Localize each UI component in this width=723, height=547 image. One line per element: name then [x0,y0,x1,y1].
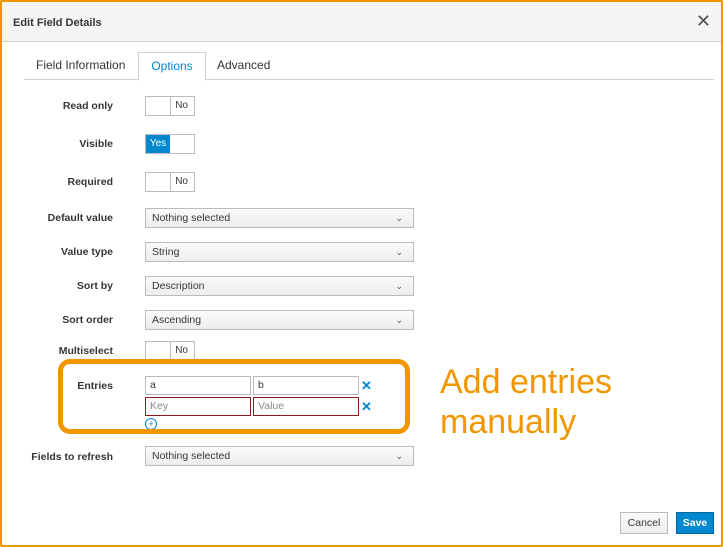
dialog-title: Edit Field Details [13,17,102,29]
entries-highlight-box [58,359,410,434]
sort-order-select[interactable]: Ascending ⌄ [145,310,414,330]
default-value-selected: Nothing selected [152,212,231,224]
visible-value: Yes [146,135,170,153]
sort-order-label: Sort order [62,314,113,326]
chevron-down-icon: ⌄ [395,213,403,223]
annotation-text: Add entries manually [440,362,612,442]
sort-by-label: Sort by [76,280,113,292]
required-value: No [175,176,188,187]
tab-advanced[interactable]: Advanced [217,52,270,79]
default-value-select[interactable]: Nothing selected ⌄ [145,208,414,228]
sort-order-selected: Ascending [152,314,202,326]
tab-options[interactable]: Options [138,52,206,81]
tab-bar: Field Information Options Advanced [24,52,714,81]
annotation-line-2: manually [440,403,577,441]
sort-by-selected: Description [152,280,205,292]
sort-by-select[interactable]: Description ⌄ [145,276,414,296]
tab-field-information[interactable]: Field Information [36,52,125,79]
chevron-down-icon: ⌄ [395,315,403,325]
chevron-down-icon: ⌄ [395,281,403,291]
required-label: Required [67,176,113,188]
fields-to-refresh-selected: Nothing selected [152,450,231,462]
toggle-knob [146,97,171,115]
multiselect-value: No [175,345,188,356]
required-toggle[interactable]: No [145,172,195,192]
chevron-down-icon: ⌄ [395,451,403,461]
value-type-label: Value type [61,246,113,258]
default-value-label: Default value [47,212,113,224]
visible-label: Visible [79,138,113,150]
chevron-down-icon: ⌄ [395,247,403,257]
value-type-select[interactable]: String ⌄ [145,242,414,262]
close-icon[interactable]: ✕ [696,11,711,31]
fields-to-refresh-label: Fields to refresh [31,451,113,463]
read-only-toggle[interactable]: No [145,96,195,116]
multiselect-toggle[interactable]: No [145,341,195,361]
fields-to-refresh-select[interactable]: Nothing selected ⌄ [145,446,414,466]
multiselect-label: Multiselect [58,345,113,357]
read-only-label: Read only [62,100,113,112]
dialog-header: Edit Field Details ✕ [2,2,721,42]
read-only-value: No [175,100,188,111]
toggle-knob [146,173,171,191]
visible-toggle[interactable]: Yes [145,134,195,154]
value-type-selected: String [152,246,180,258]
annotation-line-1: Add entries [440,363,612,401]
cancel-button[interactable]: Cancel [620,512,668,534]
toggle-knob [146,342,171,360]
save-button[interactable]: Save [676,512,714,534]
